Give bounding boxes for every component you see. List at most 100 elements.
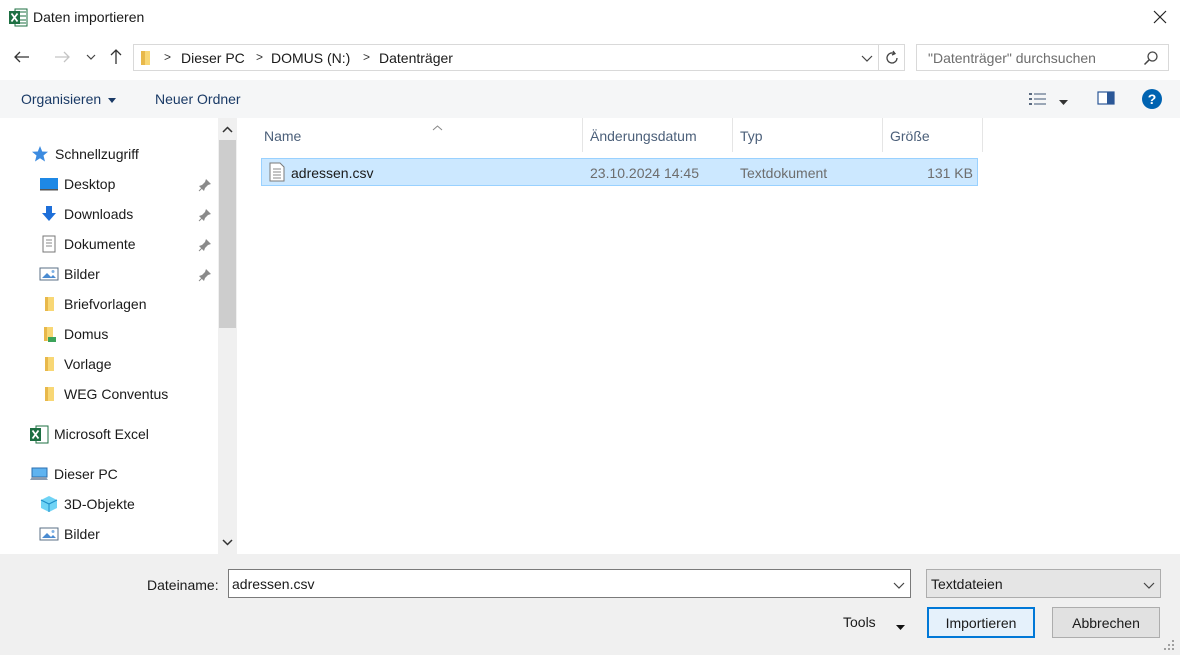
- nav-item-this-pc[interactable]: Dieser PC: [29, 462, 118, 486]
- folder-icon: [140, 50, 154, 69]
- file-list: Name Änderungsdatum Typ Größe adressen.c…: [240, 118, 1180, 554]
- column-header-name[interactable]: Name: [257, 118, 583, 152]
- nav-label: Dokumente: [64, 236, 136, 252]
- refresh-icon: [885, 50, 898, 64]
- caret-down-icon[interactable]: [896, 618, 905, 634]
- scrollbar-thumb[interactable]: [219, 140, 236, 328]
- star-icon: [30, 144, 50, 164]
- pin-icon[interactable]: [198, 208, 212, 225]
- chevron-down-icon: [861, 55, 873, 62]
- forward-button[interactable]: [50, 44, 74, 70]
- tools-menu[interactable]: Tools: [843, 614, 876, 630]
- filetype-select[interactable]: Textdateien: [926, 569, 1161, 598]
- resize-grip-icon[interactable]: [1163, 638, 1175, 654]
- file-name: adressen.csv: [291, 165, 374, 181]
- recent-locations-button[interactable]: [84, 44, 98, 70]
- search-input[interactable]: [917, 45, 1137, 70]
- column-header-date[interactable]: Änderungsdatum: [583, 118, 733, 152]
- scroll-down-icon[interactable]: [220, 534, 235, 550]
- search-icon[interactable]: [1143, 50, 1159, 69]
- dialog-footer: Dateiname: Textdateien Tools Importieren…: [0, 554, 1180, 655]
- filetype-value: Textdateien: [931, 576, 1003, 592]
- command-bar: Organisieren Neuer Ordner ?: [0, 80, 1180, 118]
- column-header-size[interactable]: Größe: [883, 118, 983, 152]
- nav-item-briefvorlagen[interactable]: Briefvorlagen: [39, 292, 147, 316]
- text-file-icon: [269, 162, 285, 185]
- breadcrumb-datentraeger[interactable]: Datenträger: [379, 50, 453, 66]
- nav-scrollbar[interactable]: [218, 118, 237, 554]
- breadcrumb-separator: >: [164, 50, 172, 64]
- nav-item-documents[interactable]: Dokumente: [39, 232, 136, 256]
- sort-ascending-icon: [432, 118, 443, 134]
- close-button[interactable]: [1142, 0, 1178, 34]
- pin-icon[interactable]: [198, 178, 212, 195]
- nav-label: Downloads: [64, 206, 134, 222]
- arrow-left-icon: [14, 51, 29, 63]
- desktop-icon: [39, 174, 59, 194]
- pictures-icon: [39, 264, 59, 284]
- caret-down-icon: [108, 97, 117, 103]
- column-header-type[interactable]: Typ: [733, 118, 883, 152]
- folder-icon: [39, 384, 59, 404]
- scroll-up-icon[interactable]: [220, 122, 235, 138]
- folder-icon: [39, 324, 59, 344]
- nav-label: Bilder: [64, 526, 100, 542]
- nav-label: Domus: [64, 326, 109, 342]
- nav-label: Dieser PC: [54, 466, 118, 482]
- filename-dropdown-button[interactable]: [893, 577, 905, 593]
- address-row: > Dieser PC > DOMUS (N:) > Datenträger: [0, 40, 1180, 74]
- organize-menu[interactable]: Organisieren: [21, 91, 117, 107]
- search-box[interactable]: [916, 44, 1169, 71]
- arrow-up-icon: [110, 49, 122, 64]
- pictures-icon: [39, 524, 59, 544]
- close-icon: [1153, 10, 1167, 24]
- nav-item-downloads[interactable]: Downloads: [39, 202, 133, 226]
- navigation-pane: Schnellzugriff Desktop Downloads Dokumen…: [0, 118, 240, 554]
- pin-icon[interactable]: [198, 238, 212, 255]
- nav-item-domus[interactable]: Domus: [39, 322, 108, 346]
- chevron-down-icon: [86, 54, 96, 60]
- address-bar[interactable]: > Dieser PC > DOMUS (N:) > Datenträger: [133, 44, 879, 71]
- folder-icon: [39, 294, 59, 314]
- window-title: Daten importieren: [33, 9, 145, 25]
- pin-icon[interactable]: [198, 268, 212, 285]
- view-options-icon[interactable]: [1028, 91, 1048, 110]
- preview-pane-icon[interactable]: [1097, 90, 1115, 109]
- nav-label: Schnellzugriff: [55, 146, 139, 162]
- nav-item-quick-access[interactable]: Schnellzugriff: [30, 142, 139, 166]
- nav-item-pictures-pc[interactable]: Bilder: [39, 522, 100, 546]
- address-dropdown-button[interactable]: [860, 49, 878, 67]
- filename-input[interactable]: [229, 570, 879, 597]
- help-icon[interactable]: ?: [1141, 88, 1163, 113]
- view-dropdown-button[interactable]: [1059, 93, 1068, 109]
- up-button[interactable]: [105, 44, 127, 70]
- svg-text:?: ?: [1148, 91, 1157, 107]
- nav-item-weg-conventus[interactable]: WEG Conventus: [39, 382, 168, 406]
- breadcrumb-this-pc[interactable]: Dieser PC: [181, 50, 245, 66]
- cancel-button[interactable]: Abbrechen: [1052, 607, 1160, 638]
- nav-item-vorlage[interactable]: Vorlage: [39, 352, 111, 376]
- nav-label: WEG Conventus: [64, 386, 169, 402]
- import-button[interactable]: Importieren: [927, 607, 1035, 638]
- folder-icon: [39, 354, 59, 374]
- filename-combobox[interactable]: [228, 569, 911, 598]
- title-bar: Daten importieren: [0, 0, 1180, 36]
- breadcrumb-separator: >: [256, 50, 264, 64]
- nav-item-microsoft-excel[interactable]: Microsoft Excel: [29, 422, 149, 446]
- new-folder-button[interactable]: Neuer Ordner: [155, 91, 241, 107]
- excel-icon: [9, 8, 28, 27]
- back-button[interactable]: [10, 44, 34, 70]
- breadcrumb-domus[interactable]: DOMUS (N:): [271, 50, 350, 66]
- column-header-label: Größe: [890, 128, 930, 144]
- nav-item-desktop[interactable]: Desktop: [39, 172, 115, 196]
- nav-item-pictures[interactable]: Bilder: [39, 262, 100, 286]
- nav-item-3d-objects[interactable]: 3D-Objekte: [39, 492, 135, 516]
- column-header-label: Änderungsdatum: [590, 128, 697, 144]
- nav-label: Briefvorlagen: [64, 296, 147, 312]
- refresh-button[interactable]: [879, 44, 905, 71]
- file-row[interactable]: adressen.csv 23.10.2024 14:45 Textdokume…: [261, 158, 978, 186]
- excel-icon: [29, 424, 49, 444]
- chevron-down-icon: [1143, 577, 1155, 593]
- file-type: Textdokument: [740, 165, 828, 181]
- cube-icon: [39, 494, 59, 514]
